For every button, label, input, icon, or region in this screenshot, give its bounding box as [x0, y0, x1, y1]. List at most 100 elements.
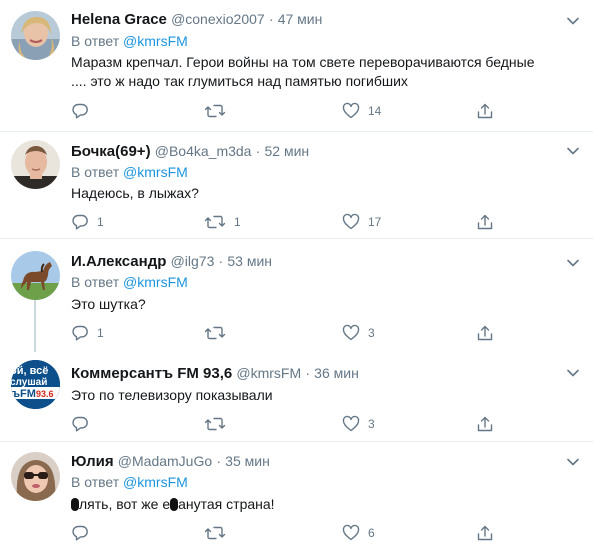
reply-prefix: В ответ	[71, 274, 120, 290]
display-name[interactable]: Коммерсантъ FM 93,6	[71, 365, 232, 382]
avatar[interactable]	[11, 251, 60, 300]
retweet-button[interactable]: 1	[204, 212, 241, 232]
chevron-down-icon[interactable]	[566, 144, 580, 158]
tweet-text-line: Маразм крепчал. Герои войны на том свете…	[71, 54, 535, 70]
like-button[interactable]: 14	[342, 101, 381, 121]
like-button[interactable]: 6	[342, 523, 375, 543]
avatar-text: 93.6	[36, 389, 54, 399]
like-count: 17	[368, 215, 382, 229]
reply-button[interactable]	[71, 414, 97, 434]
like-count: 3	[368, 417, 375, 431]
tweet-text: Маразм крепчал. Герои войны на том свете…	[71, 53, 581, 91]
tweet-3[interactable]: И.Александр @ilg73 · 53 мин В ответ @kmr…	[0, 239, 593, 351]
heart-icon	[342, 324, 360, 341]
retweet-button[interactable]	[204, 523, 234, 543]
avatar-logo-kommersant: ой, всё слушай ъFM 93.6	[11, 360, 60, 409]
user-handle[interactable]: @conexio2007	[171, 11, 265, 27]
share-button[interactable]	[476, 523, 494, 543]
reply-context: В ответ @kmrsFM	[71, 164, 188, 180]
share-button[interactable]	[476, 323, 494, 343]
display-name[interactable]: Бочка(69+)	[71, 143, 151, 160]
tweet-5[interactable]: Юлия @MadamJuGo · 35 мин В ответ @kmrsFM…	[0, 442, 593, 556]
retweet-icon	[204, 526, 226, 540]
tweet-timestamp[interactable]: 53 мин	[227, 253, 272, 269]
avatar[interactable]	[11, 140, 60, 189]
display-name[interactable]: И.Александр	[71, 253, 166, 270]
avatar[interactable]	[11, 11, 60, 60]
tweet-4[interactable]: ой, всё слушай ъFM 93.6 Коммерсантъ FM 9…	[0, 352, 593, 440]
tweet-timestamp[interactable]: 35 мин	[225, 453, 270, 469]
tweet-actions: 1 1 17	[71, 212, 581, 232]
like-button[interactable]: 3	[342, 323, 375, 343]
avatar-text: ъFM	[12, 388, 36, 400]
tweet-text-line: .... это ж надо так глумиться над память…	[71, 73, 408, 89]
avatar-photo-horse	[11, 251, 60, 300]
like-button[interactable]: 17	[342, 212, 381, 232]
reply-button[interactable]: 1	[71, 323, 104, 343]
avatar-photo-helena	[11, 11, 60, 60]
share-button[interactable]	[476, 414, 494, 434]
retweet-icon	[204, 215, 226, 229]
display-name[interactable]: Helena Grace	[71, 11, 167, 28]
tweet-timestamp[interactable]: 36 мин	[314, 365, 359, 381]
reply-icon	[72, 525, 88, 541]
reply-mention-link[interactable]: @kmrsFM	[123, 474, 188, 490]
reply-prefix: В ответ	[71, 33, 120, 49]
avatar-photo-bochka	[11, 140, 60, 189]
user-handle[interactable]: @ilg73	[171, 253, 215, 269]
chevron-down-icon[interactable]	[566, 14, 580, 28]
user-handle[interactable]: @kmrsFM	[236, 365, 301, 381]
tweet-actions: 1 3	[71, 323, 581, 343]
reply-context: В ответ @kmrsFM	[71, 33, 188, 49]
tweet-timestamp[interactable]: 47 мин	[278, 11, 323, 27]
reply-icon	[72, 416, 88, 432]
share-button[interactable]	[476, 212, 494, 232]
tweet-2[interactable]: Бочка(69+) @Bo4ka_m3da · 52 мин В ответ …	[0, 132, 593, 238]
tweet-text: Это шутка?	[71, 296, 146, 312]
reply-context: В ответ @kmrsFM	[71, 474, 188, 490]
heart-icon	[342, 415, 360, 432]
heart-icon	[342, 213, 360, 230]
reply-mention-link[interactable]: @kmrsFM	[123, 274, 188, 290]
reply-mention-link[interactable]: @kmrsFM	[123, 33, 188, 49]
tweet-actions: 14	[71, 101, 581, 121]
reply-button[interactable]	[71, 523, 97, 543]
chevron-down-icon[interactable]	[566, 366, 580, 380]
share-icon	[477, 214, 493, 230]
reply-button[interactable]: 1	[71, 212, 104, 232]
user-handle[interactable]: @MadamJuGo	[118, 453, 212, 469]
like-count: 3	[368, 326, 375, 340]
retweet-button[interactable]	[204, 323, 234, 343]
redaction-mark	[71, 498, 79, 511]
share-button[interactable]	[476, 101, 494, 121]
tweet-text-part: анутая страна!	[178, 496, 275, 512]
separator-dot: ·	[268, 11, 274, 27]
chevron-down-icon[interactable]	[566, 455, 580, 469]
display-name[interactable]: Юлия	[71, 453, 114, 470]
separator-dot: ·	[216, 453, 221, 469]
reply-icon	[72, 103, 88, 119]
separator-dot: ·	[218, 253, 224, 269]
retweet-button[interactable]	[204, 101, 234, 121]
separator-dot: ·	[255, 143, 261, 159]
like-button[interactable]: 3	[342, 414, 375, 434]
retweet-icon	[204, 417, 226, 431]
avatar[interactable]: ой, всё слушай ъFM 93.6	[11, 360, 60, 409]
chevron-down-icon[interactable]	[566, 256, 580, 270]
reply-button[interactable]	[71, 101, 97, 121]
retweet-button[interactable]	[204, 414, 234, 434]
reply-mention-link[interactable]: @kmrsFM	[123, 164, 188, 180]
tweet-timestamp[interactable]: 52 мин	[264, 143, 309, 159]
avatar-text: ой, всё	[11, 365, 48, 377]
tweet-actions: 3	[71, 414, 581, 434]
avatar[interactable]	[11, 452, 60, 501]
share-icon	[477, 416, 493, 432]
avatar-photo-yulia	[11, 452, 60, 501]
reply-prefix: В ответ	[71, 474, 120, 490]
share-icon	[477, 525, 493, 541]
heart-icon	[342, 102, 360, 119]
reply-count: 1	[97, 326, 104, 340]
tweet-1[interactable]: Helena Grace @conexio2007 · 47 мин В отв…	[0, 0, 593, 131]
user-handle[interactable]: @Bo4ka_m3da	[155, 143, 252, 159]
tweet-actions: 6	[71, 523, 581, 543]
